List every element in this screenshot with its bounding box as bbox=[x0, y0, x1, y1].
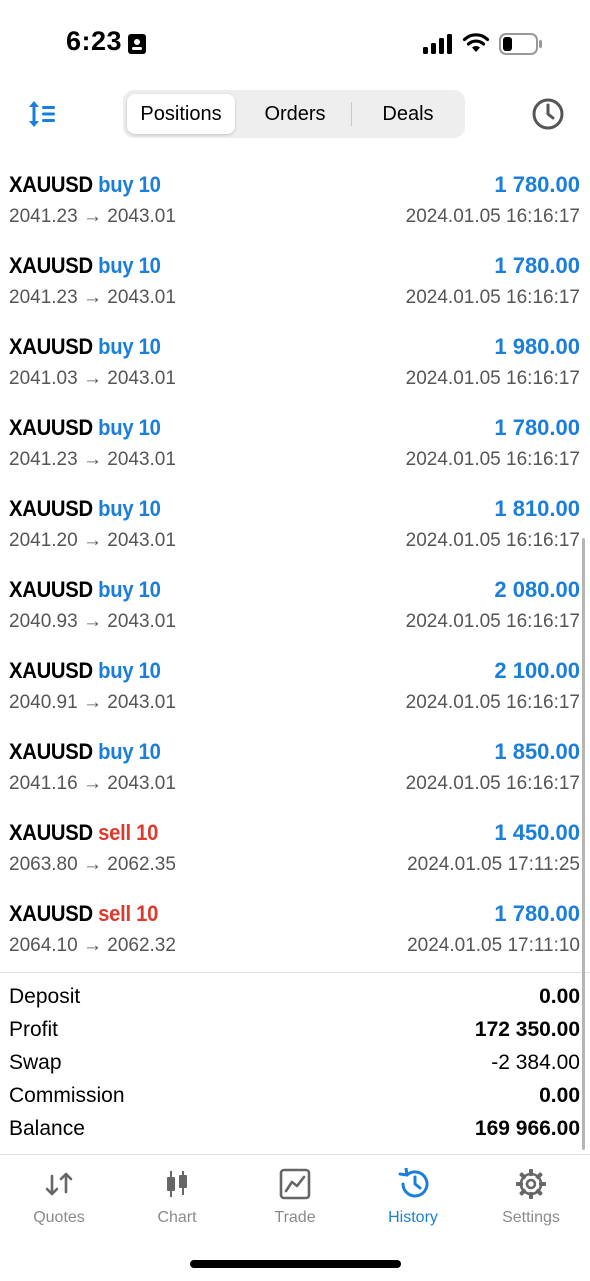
deal-side: sell 10 bbox=[98, 820, 159, 845]
deal-prices: 2041.20 → 2043.01 bbox=[9, 530, 176, 551]
history-icon bbox=[398, 1168, 429, 1198]
tab-settings[interactable]: Settings bbox=[472, 1155, 590, 1245]
deal-profit: 1 780.00 bbox=[494, 172, 580, 197]
deal-side: buy 10 bbox=[98, 496, 161, 521]
deal-symbol: XAUUSD buy 10 bbox=[9, 172, 161, 197]
deal-symbol: XAUUSD sell 10 bbox=[9, 901, 159, 926]
summary-swap: Swap -2 384.00 bbox=[9, 1051, 580, 1074]
deal-time: 2024.01.05 16:16:17 bbox=[405, 449, 580, 470]
segmented-control: Positions Orders Deals bbox=[123, 90, 465, 138]
summary-balance: Balance 169 966.00 bbox=[9, 1117, 580, 1140]
deal-prices: 2040.93 → 2043.01 bbox=[9, 611, 176, 632]
deal-row[interactable]: XAUUSD buy 10 2 100.00 2040.91 → 2043.01… bbox=[0, 658, 590, 739]
deal-side: buy 10 bbox=[98, 253, 161, 278]
deal-profit: 2 080.00 bbox=[494, 577, 580, 602]
tab-positions[interactable]: Positions bbox=[127, 94, 235, 134]
gear-icon bbox=[516, 1169, 546, 1199]
summary-deposit: Deposit 0.00 bbox=[9, 985, 580, 1008]
deal-symbol: XAUUSD buy 10 bbox=[9, 334, 161, 359]
deal-profit: 1 850.00 bbox=[494, 739, 580, 764]
tab-orders[interactable]: Orders bbox=[239, 94, 351, 134]
summary-divider bbox=[0, 972, 590, 973]
summary-commission: Commission 0.00 bbox=[9, 1084, 580, 1107]
deal-profit: 1 810.00 bbox=[494, 496, 580, 521]
quotes-icon bbox=[45, 1172, 73, 1196]
deal-prices: 2041.16 → 2043.01 bbox=[9, 773, 176, 794]
deal-symbol: XAUUSD buy 10 bbox=[9, 577, 161, 602]
deal-time: 2024.01.05 16:16:17 bbox=[405, 530, 580, 551]
deal-side: buy 10 bbox=[98, 334, 161, 359]
deal-prices: 2063.80 → 2062.35 bbox=[9, 854, 176, 875]
tab-chart[interactable]: Chart bbox=[118, 1155, 236, 1245]
segment-divider bbox=[351, 102, 352, 126]
tab-deals[interactable]: Deals bbox=[353, 94, 463, 134]
deal-side: buy 10 bbox=[98, 739, 161, 764]
deal-row[interactable]: XAUUSD buy 10 1 780.00 2041.23 → 2043.01… bbox=[0, 253, 590, 334]
home-indicator[interactable] bbox=[190, 1260, 401, 1268]
status-time: 6:23 bbox=[66, 26, 123, 56]
deal-time: 2024.01.05 16:16:17 bbox=[405, 206, 580, 227]
tab-quotes[interactable]: Quotes bbox=[0, 1155, 118, 1245]
trade-icon bbox=[279, 1168, 311, 1200]
deal-time: 2024.01.05 16:16:17 bbox=[405, 287, 580, 308]
deal-profit: 1 980.00 bbox=[494, 334, 580, 359]
deal-side: buy 10 bbox=[98, 577, 161, 602]
sort-icon[interactable] bbox=[26, 98, 58, 130]
deal-side: buy 10 bbox=[98, 658, 161, 683]
deal-profit: 1 780.00 bbox=[494, 415, 580, 440]
deal-profit: 1 780.00 bbox=[494, 253, 580, 278]
tab-history[interactable]: History bbox=[354, 1155, 472, 1245]
deal-symbol: XAUUSD buy 10 bbox=[9, 253, 161, 278]
tab-trade[interactable]: Trade bbox=[236, 1155, 354, 1245]
status-bar: 6:23 bbox=[0, 0, 590, 88]
deal-row[interactable]: XAUUSD buy 10 1 810.00 2041.20 → 2043.01… bbox=[0, 496, 590, 577]
deal-row[interactable]: XAUUSD buy 10 1 980.00 2041.03 → 2043.01… bbox=[0, 334, 590, 415]
deal-time: 2024.01.05 16:16:17 bbox=[405, 773, 580, 794]
scrollbar[interactable] bbox=[582, 538, 585, 1150]
deal-prices: 2040.91 → 2043.01 bbox=[9, 692, 176, 713]
deal-symbol: XAUUSD buy 10 bbox=[9, 415, 161, 440]
deal-time: 2024.01.05 17:11:10 bbox=[407, 935, 580, 956]
deal-symbol: XAUUSD buy 10 bbox=[9, 496, 161, 521]
deal-side: buy 10 bbox=[98, 415, 161, 440]
deal-symbol: XAUUSD sell 10 bbox=[9, 820, 159, 845]
deal-side: sell 10 bbox=[98, 901, 159, 926]
deal-prices: 2041.03 → 2043.01 bbox=[9, 368, 176, 389]
deal-symbol: XAUUSD buy 10 bbox=[9, 739, 161, 764]
deal-row[interactable]: XAUUSD buy 10 1 780.00 2041.23 → 2043.01… bbox=[0, 172, 590, 253]
summary-profit: Profit 172 350.00 bbox=[9, 1018, 580, 1041]
deal-profit: 2 100.00 bbox=[494, 658, 580, 683]
chart-icon bbox=[167, 1171, 187, 1197]
deal-side: buy 10 bbox=[98, 172, 161, 197]
deal-profit: 1 450.00 bbox=[494, 820, 580, 845]
wifi-icon bbox=[462, 33, 490, 52]
battery-icon bbox=[499, 33, 542, 55]
deal-symbol: XAUUSD buy 10 bbox=[9, 658, 161, 683]
deal-prices: 2041.23 → 2043.01 bbox=[9, 287, 176, 308]
deal-prices: 2064.10 → 2062.32 bbox=[9, 935, 176, 956]
deal-time: 2024.01.05 16:16:17 bbox=[405, 368, 580, 389]
deal-row[interactable]: XAUUSD buy 10 1 780.00 2041.23 → 2043.01… bbox=[0, 415, 590, 496]
deal-row[interactable]: XAUUSD buy 10 2 080.00 2040.93 → 2043.01… bbox=[0, 577, 590, 658]
deal-row[interactable]: XAUUSD buy 10 1 850.00 2041.16 → 2043.01… bbox=[0, 739, 590, 820]
deal-time: 2024.01.05 16:16:17 bbox=[405, 692, 580, 713]
deal-time: 2024.01.05 17:11:25 bbox=[407, 854, 580, 875]
deal-prices: 2041.23 → 2043.01 bbox=[9, 449, 176, 470]
signal-icon bbox=[423, 34, 452, 54]
deal-time: 2024.01.05 16:16:17 bbox=[405, 611, 580, 632]
clock-icon[interactable] bbox=[531, 97, 565, 131]
contact-card-icon bbox=[128, 34, 146, 54]
deal-row[interactable]: XAUUSD sell 10 1 450.00 2063.80 → 2062.3… bbox=[0, 820, 590, 901]
deal-row[interactable]: XAUUSD sell 10 1 780.00 2064.10 → 2062.3… bbox=[0, 901, 590, 982]
deal-prices: 2041.23 → 2043.01 bbox=[9, 206, 176, 227]
deal-profit: 1 780.00 bbox=[494, 901, 580, 926]
